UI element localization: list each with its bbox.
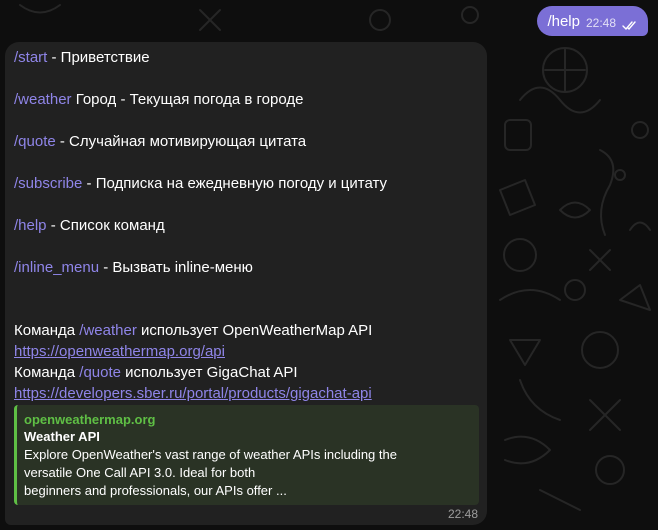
openweathermap-link[interactable]: https://openweathermap.org/api <box>14 343 225 360</box>
command-description: - Приветствие <box>47 49 150 66</box>
preview-site-name: openweathermap.org <box>24 412 156 427</box>
info-line-weather: Команда /weather использует OpenWeatherM… <box>14 320 478 341</box>
command-link[interactable]: /inline_menu <box>14 259 99 276</box>
info-text: Команда <box>14 364 80 381</box>
preview-description-line: beginners and professionals, our APIs of… <box>24 483 287 498</box>
command-line: /subscribe - Подписка на ежедневную пого… <box>14 173 478 194</box>
info-text: использует GigaChat API <box>121 364 298 381</box>
command-link[interactable]: /weather <box>14 91 72 108</box>
gigachat-link[interactable]: https://developers.sber.ru/portal/produc… <box>14 385 372 402</box>
incoming-message-time: 22:48 <box>447 507 478 521</box>
command-line: /inline_menu - Вызвать inline-меню <box>14 257 478 278</box>
command-description: - Случайная мотивирующая цитата <box>55 133 307 150</box>
command-description: - Вызвать inline-меню <box>99 259 253 276</box>
preview-title: Weather API <box>24 429 100 444</box>
command-description: - Подписка на ежедневную погоду и цитату <box>82 175 388 192</box>
command-link[interactable]: /start <box>14 49 47 66</box>
command-line: /help - Список команд <box>14 215 478 236</box>
command-description: - Список команд <box>46 217 165 234</box>
double-check-icon <box>622 18 638 30</box>
preview-description-line: Explore OpenWeather's vast range of weat… <box>24 447 397 462</box>
command-link[interactable]: /quote <box>14 133 56 150</box>
command-line: /start - Приветствие <box>14 47 478 68</box>
outgoing-message[interactable]: /help 22:48 <box>537 6 648 36</box>
command-line: /quote - Случайная мотивирующая цитата <box>14 131 478 152</box>
command-description: Город - Текущая погода в городе <box>71 91 304 108</box>
command-link[interactable]: /subscribe <box>14 175 82 192</box>
command-line: /weather Город - Текущая погода в городе <box>14 89 478 110</box>
link-preview[interactable]: openweathermap.org Weather API Explore O… <box>14 405 479 505</box>
outgoing-message-time: 22:48 <box>585 16 616 30</box>
preview-description-line: versatile One Call API 3.0. Ideal for bo… <box>24 465 256 480</box>
info-line-quote: Команда /quote использует GigaChat API <box>14 362 478 383</box>
incoming-message[interactable]: /start - Приветствие /weather Город - Те… <box>5 42 487 525</box>
command-link[interactable]: /help <box>14 217 47 234</box>
command-link[interactable]: /quote <box>79 364 121 381</box>
info-text: Команда <box>14 322 80 339</box>
info-text: использует OpenWeatherMap API <box>136 322 373 339</box>
outgoing-message-text: /help <box>547 12 580 30</box>
command-link[interactable]: /weather <box>79 322 137 339</box>
